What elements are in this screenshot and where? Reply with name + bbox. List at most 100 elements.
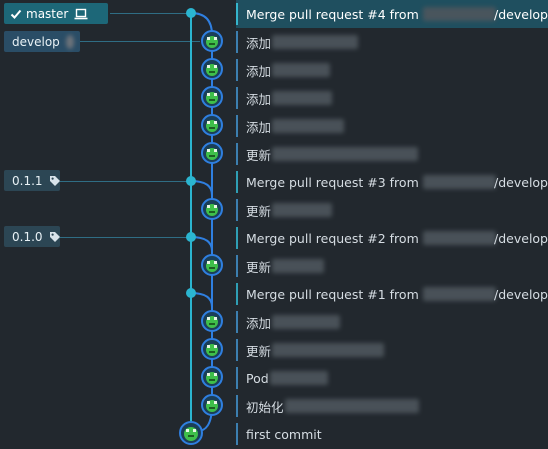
avatar-eye (207, 93, 210, 96)
redacted-text (272, 315, 341, 329)
merge-node (186, 288, 196, 298)
commit-message-suffix: /develop (494, 230, 548, 246)
redacted-text (272, 147, 419, 161)
redacted-text (272, 91, 333, 105)
avatar-mouth (209, 211, 215, 213)
merge-node (186, 176, 196, 186)
avatar-eye (214, 93, 217, 96)
commit-message-suffix: /develop (494, 286, 548, 302)
commit-message: 更新 (246, 203, 272, 219)
avatar-eye (207, 345, 210, 348)
redacted-text (422, 287, 497, 301)
row-marker (236, 59, 238, 81)
row-marker (236, 395, 238, 417)
merge-commit-row[interactable]: Merge pull request #4 from/develop (236, 0, 548, 28)
commit-row[interactable]: 添加 (236, 56, 548, 84)
avatar-eye (207, 149, 210, 152)
redacted-text (272, 259, 325, 273)
avatar-eye (207, 121, 210, 124)
avatar-mouth (209, 155, 215, 157)
commit-row[interactable]: 添加 (236, 28, 548, 56)
avatar-eye (214, 37, 217, 40)
commit-message: first commit (246, 426, 322, 442)
avatar-mouth (209, 127, 215, 129)
avatar-eye (207, 401, 210, 404)
commit-message: 添加 (246, 35, 272, 51)
avatar-eye (207, 373, 210, 376)
commit-message: Merge pull request #3 from (246, 174, 419, 190)
commit-message: 更新 (246, 259, 272, 275)
commit-message-suffix: /develop (494, 174, 548, 190)
redacted-text (422, 231, 497, 245)
graph-area: master develop 0.1.1 0.1.0 (0, 0, 236, 449)
avatar-eye (214, 65, 217, 68)
redacted-text (272, 63, 331, 77)
avatar-eye (214, 261, 217, 264)
commit-message: Merge pull request #2 from (246, 230, 419, 246)
avatar-mouth (209, 267, 215, 269)
row-marker (236, 255, 238, 277)
commit-row[interactable]: 添加 (236, 84, 548, 112)
row-marker (236, 423, 238, 445)
commit-message: Merge pull request #1 from (246, 286, 419, 302)
avatar-eye (207, 65, 210, 68)
redacted-text (284, 399, 419, 413)
row-marker (236, 171, 238, 193)
commit-row[interactable]: Pod (236, 364, 548, 392)
avatar-mouth (209, 379, 215, 381)
commit-row[interactable]: first commit (236, 420, 548, 448)
avatar-eye (207, 205, 210, 208)
avatar-eye (207, 261, 210, 264)
commit-message: 初始化 (246, 399, 284, 415)
avatar-mouth (209, 323, 215, 325)
row-marker (236, 87, 238, 109)
commit-row[interactable]: 添加 (236, 112, 548, 140)
commit-row[interactable]: 更新 (236, 336, 548, 364)
commit-row[interactable]: 初始化 (236, 392, 548, 420)
commit-message: 更新 (246, 343, 272, 359)
avatar-eye (214, 205, 217, 208)
avatar-eye (214, 373, 217, 376)
redacted-text (272, 35, 359, 49)
avatar-eye (214, 345, 217, 348)
avatar-mouth (209, 43, 215, 45)
merge-commit-row[interactable]: Merge pull request #2 from/develop (236, 224, 548, 252)
avatar-eye (186, 429, 189, 432)
avatar-mouth (209, 71, 215, 73)
avatar-mouth (209, 99, 215, 101)
commit-row[interactable]: 更新 (236, 140, 548, 168)
merge-node (186, 8, 196, 18)
avatar-eye (214, 401, 217, 404)
commit-message: Pod (246, 370, 269, 386)
row-marker (236, 311, 238, 333)
commit-message: 添加 (246, 91, 272, 107)
row-marker (236, 283, 238, 305)
commit-message-suffix: /develop (494, 6, 548, 22)
commit-list: Merge pull request #4 from/develop 添加 添加 添加… (236, 0, 548, 449)
avatar-mouth (188, 435, 194, 437)
avatar-mouth (209, 351, 215, 353)
commit-message: 添加 (246, 119, 272, 135)
avatar-eye (214, 121, 217, 124)
redacted-text (272, 119, 345, 133)
row-marker (236, 199, 238, 221)
commit-graph (179, 8, 223, 445)
row-marker (236, 3, 238, 25)
avatar-eye (193, 429, 196, 432)
redacted-text (422, 175, 497, 189)
merge-commit-row[interactable]: Merge pull request #3 from/develop (236, 168, 548, 196)
avatar-mouth (209, 407, 215, 409)
redacted-text (269, 371, 328, 385)
commit-message: Merge pull request #4 from (246, 6, 419, 22)
avatar-eye (214, 317, 217, 320)
commit-message: 添加 (246, 315, 272, 331)
commit-row[interactable]: 更新 (236, 252, 548, 280)
commit-message: 添加 (246, 63, 272, 79)
commit-row[interactable]: 添加 (236, 308, 548, 336)
merge-commit-row[interactable]: Merge pull request #1 from/develop (236, 280, 548, 308)
row-marker (236, 31, 238, 53)
commit-row[interactable]: 更新 (236, 196, 548, 224)
redacted-text (272, 343, 385, 357)
avatar-eye (214, 149, 217, 152)
avatar-eye (207, 317, 210, 320)
